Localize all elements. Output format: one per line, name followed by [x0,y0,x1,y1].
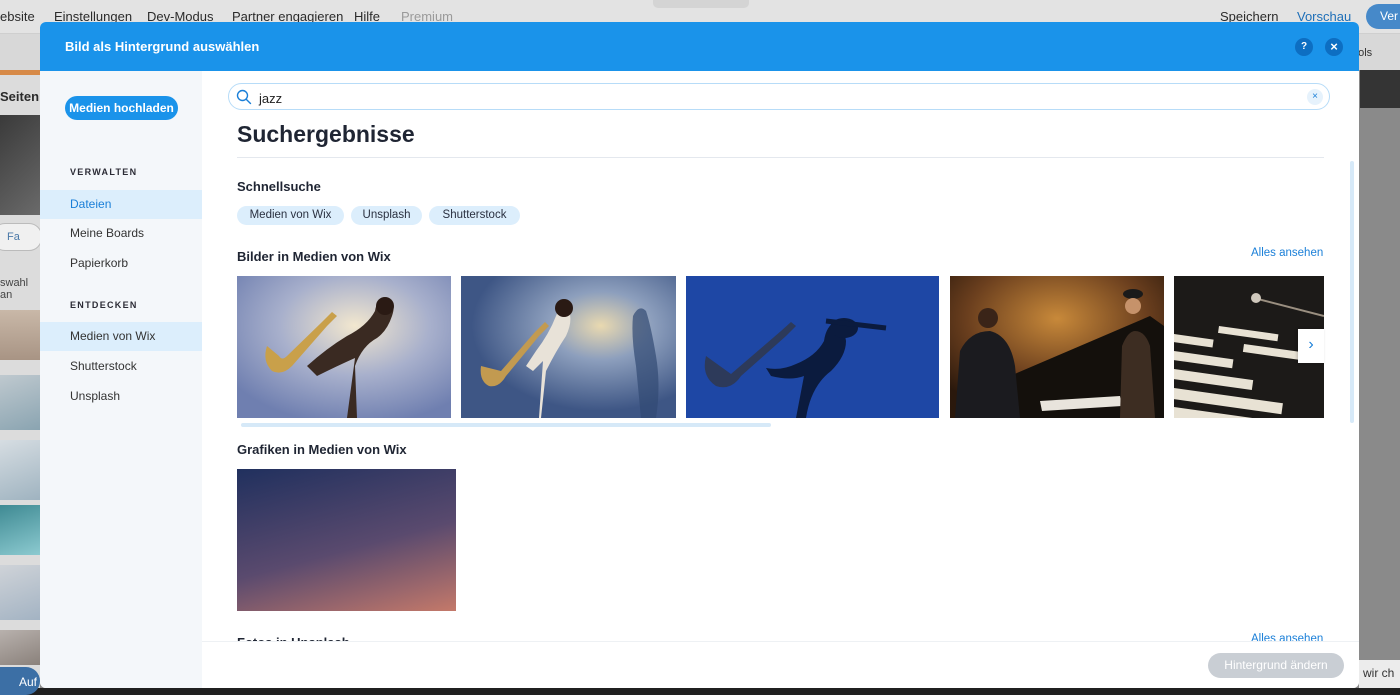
sidebar-item-unsplash[interactable]: Unsplash [40,382,202,411]
chat-widget[interactable]: wir ch [1359,660,1400,688]
chip-unsplash[interactable]: Unsplash [351,206,422,225]
background-thumbnail[interactable] [0,630,40,665]
background-thumbnail[interactable] [0,505,40,555]
sidebar-item-trash[interactable]: Papierkorb [40,249,202,278]
chevron-right-icon[interactable]: › [1298,329,1324,363]
search-icon [236,89,252,110]
close-icon[interactable]: × [1325,38,1343,56]
background-thumbnail[interactable] [0,310,40,360]
publish-button[interactable]: Ver [1366,4,1400,29]
image-result[interactable] [950,276,1164,418]
color-pill[interactable]: Fa [0,223,42,251]
upload-media-button[interactable]: Medien hochladen [65,96,178,120]
sidebar-item-shutterstock[interactable]: Shutterstock [40,352,202,381]
graphic-result[interactable] [237,469,456,611]
quick-search-heading: Schnellsuche [237,179,321,194]
search-input[interactable]: jazz × [228,83,1330,110]
chat-widget-text: wir ch [1363,666,1395,680]
sidebar-item-files[interactable]: Dateien [40,190,202,219]
color-pill-label: Fa [7,231,20,243]
page-title: Suchergebnisse [237,121,415,147]
search-results-panel: jazz × Suchergebnisse Schnellsuche Medie… [202,71,1359,688]
clear-search-icon[interactable]: × [1307,89,1323,105]
help-icon[interactable]: ? [1295,38,1313,56]
search-value: jazz [259,91,283,106]
right-panel-edge [1360,70,1400,108]
chip-shutterstock[interactable]: Shutterstock [429,206,520,225]
media-sidebar: Medien hochladen VERWALTEN Dateien Meine… [40,71,202,688]
manage-section-heading: VERWALTEN [70,167,138,177]
change-background-button[interactable]: Hintergrund ändern [1208,653,1344,678]
image-result[interactable] [686,276,939,418]
dialog-footer: Hintergrund ändern [202,641,1359,688]
background-thumbnail[interactable] [0,565,40,620]
vertical-scrollbar[interactable] [1350,161,1354,423]
discover-section-heading: ENTDECKEN [70,300,138,310]
horizontal-scrollbar[interactable] [241,423,771,427]
dialog-title: Bild als Hintergrund auswählen [65,39,260,54]
see-all-images-link[interactable]: Alles ansehen [1251,247,1323,259]
editor-bottom-edge [0,688,1400,695]
add-button-label: Auf [19,675,38,689]
menu-website[interactable]: ebsite [0,9,35,24]
dialog-header: Bild als Hintergrund auswählen ? × [40,22,1359,71]
sidebar-item-wix-media[interactable]: Medien von Wix [40,322,202,351]
chevron-up-icon: ˆ [696,0,699,5]
pages-panel-title: Seiten [0,89,40,104]
background-thumbnail[interactable] [0,440,40,500]
wix-graphics-heading: Grafiken in Medien von Wix [237,442,407,457]
media-picker-dialog: Bild als Hintergrund auswählen ? × Medie… [40,22,1359,688]
background-thumbnail[interactable] [0,115,40,215]
background-thumbnail[interactable] [0,375,40,430]
collapse-toolbar-handle[interactable]: ˆ [653,0,749,8]
add-button[interactable]: Auf [0,667,40,695]
wix-images-heading: Bilder in Medien von Wix [237,249,391,264]
chip-wix-media[interactable]: Medien von Wix [237,206,344,225]
image-result[interactable] [461,276,676,418]
sidebar-item-my-boards[interactable]: Meine Boards [40,219,202,248]
image-result[interactable] [237,276,451,418]
editor-left-panel: Seiten Fa swahl an [0,75,42,695]
divider [237,157,1324,158]
selection-text: swahl an [0,277,29,301]
